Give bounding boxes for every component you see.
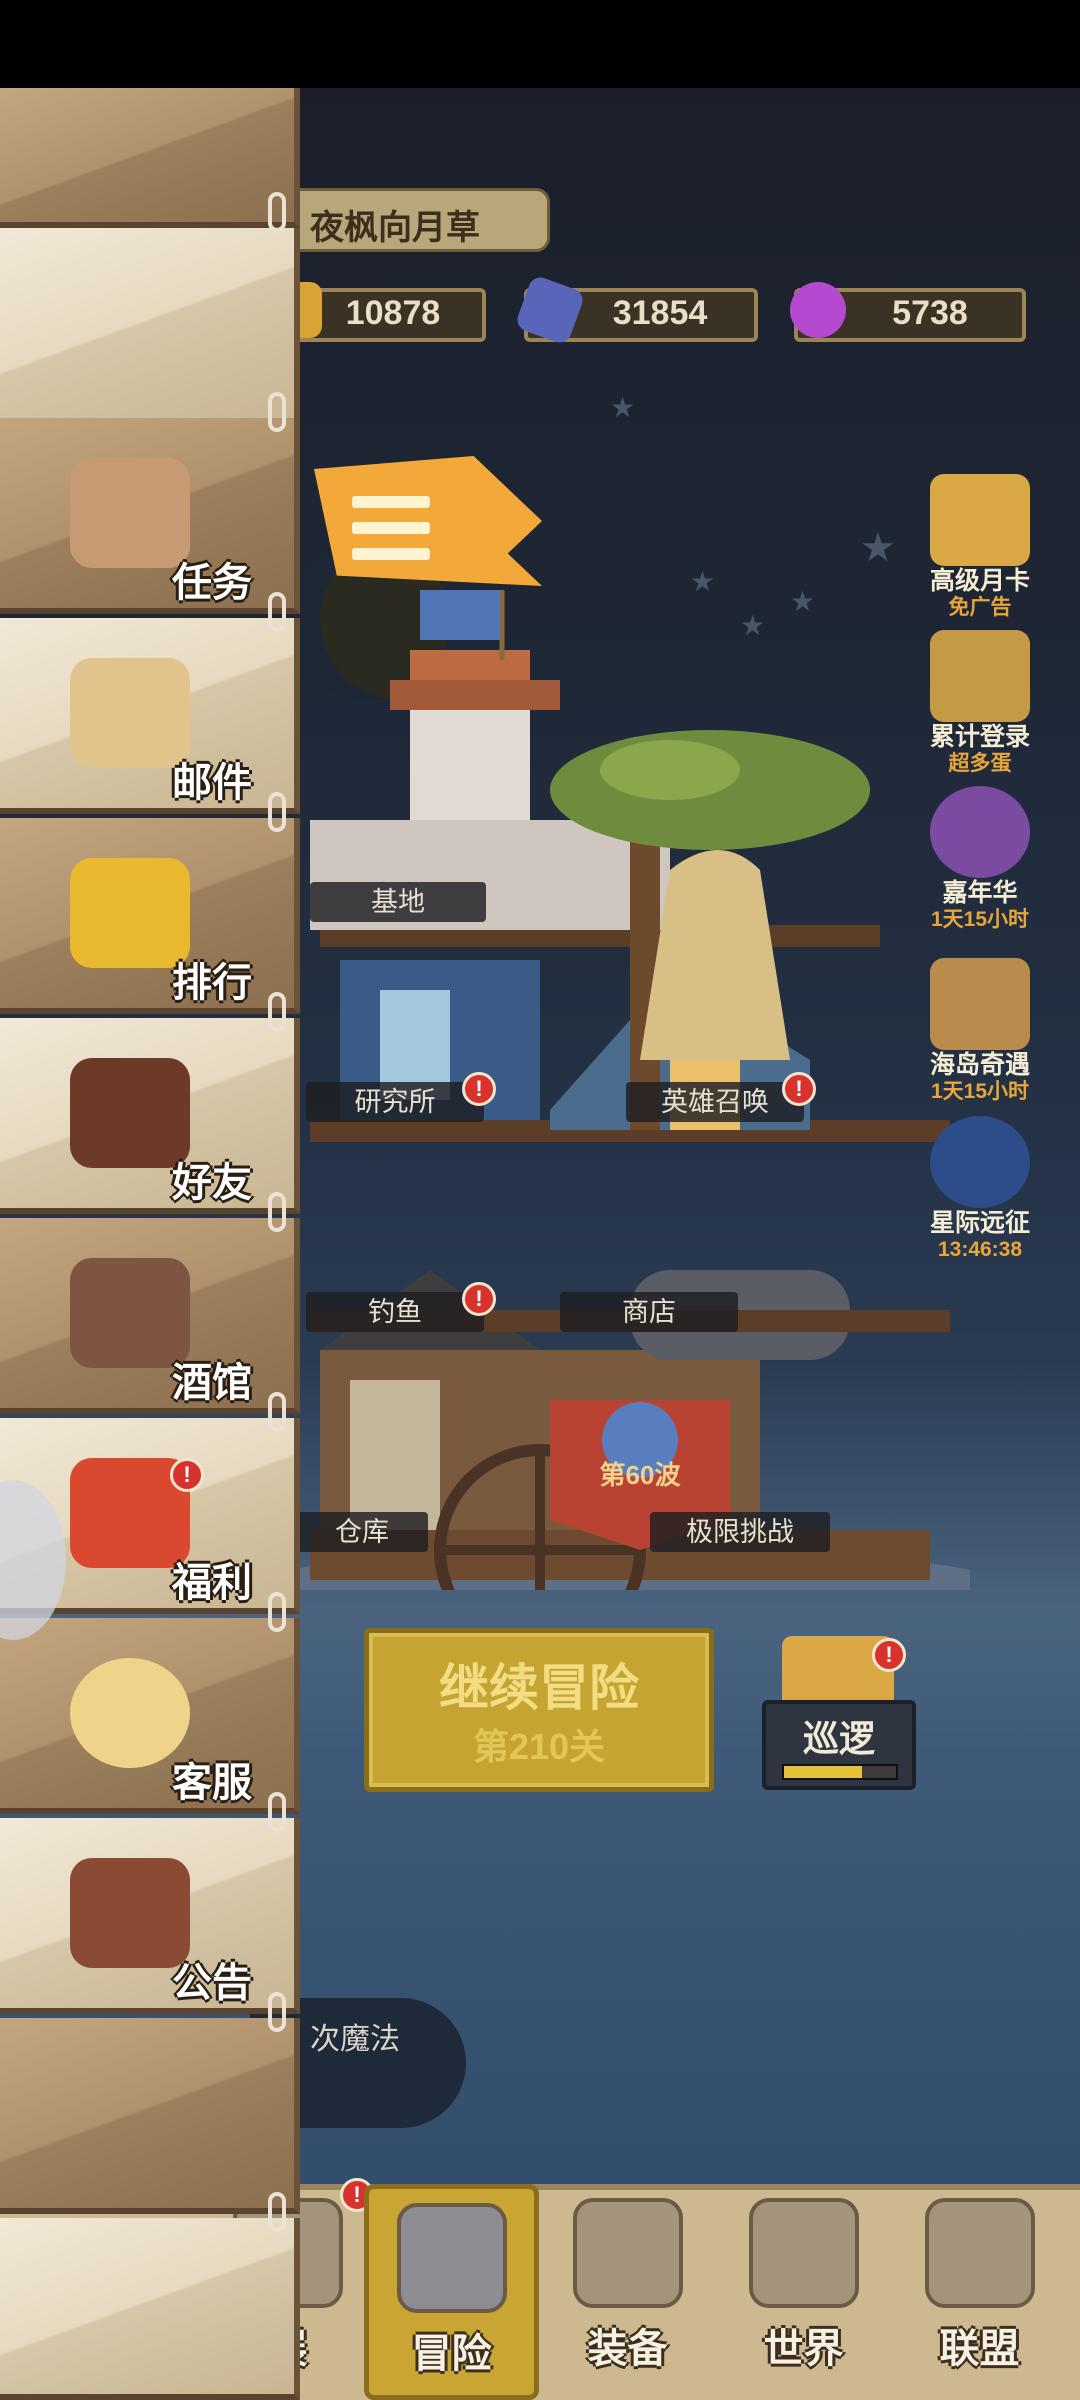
- event-title: 嘉年华: [942, 879, 1018, 907]
- menu-ring: [268, 1192, 286, 1232]
- wave-banner-label: 第60波: [600, 1460, 682, 1490]
- menu-plank-blank: [0, 228, 300, 428]
- gold-value: 10878: [345, 294, 441, 332]
- menu-item-label: 酒馆: [172, 1361, 252, 1405]
- menu-plank-top: [0, 88, 300, 228]
- login-egg-icon: [930, 630, 1030, 722]
- island-adventure-icon: [930, 958, 1030, 1050]
- menu-item-label: 排行: [172, 961, 252, 1005]
- carnival-icon: [930, 786, 1030, 878]
- nav-tab-equipment[interactable]: 装备: [540, 2184, 715, 2400]
- building-fishing[interactable]: 钓鱼: [306, 1292, 484, 1332]
- event-title: 星际远征: [929, 1209, 1030, 1237]
- star-icon: ★: [860, 526, 896, 570]
- welfare-alert-badge: !: [170, 1458, 204, 1492]
- hamburger-icon: [352, 548, 430, 560]
- hamburger-icon: [352, 522, 430, 534]
- research-alert-badge: !: [462, 1072, 496, 1106]
- menu-ring: [268, 2192, 286, 2232]
- anvil-icon: [572, 2198, 683, 2308]
- menu-ring: [268, 992, 286, 1032]
- menu-item-label: 邮件: [172, 761, 252, 805]
- magic-hint-text: 次魔法: [310, 2023, 400, 2056]
- event-login[interactable]: 累计登录 超多蛋: [920, 630, 1040, 776]
- event-subtitle: 超多蛋: [948, 752, 1012, 775]
- patrol-progress-fill: [784, 1766, 862, 1778]
- monthly-card-icon: [930, 474, 1030, 566]
- building-research[interactable]: 研究所: [306, 1082, 484, 1122]
- event-monthly-card[interactable]: 高级月卡 免广告: [920, 474, 1040, 620]
- building-warehouse[interactable]: 仓库: [296, 1512, 428, 1552]
- shield-icon: [924, 2198, 1035, 2308]
- building-base[interactable]: 基地: [310, 882, 486, 922]
- rocket-icon: [930, 1116, 1030, 1208]
- menu-ring: [268, 1992, 286, 2032]
- menu-item-label: 任务: [172, 561, 252, 605]
- menu-ring: [268, 592, 286, 632]
- event-subtitle: 1天15小时: [930, 908, 1030, 931]
- event-title: 高级月卡: [929, 567, 1030, 595]
- menu-plank-blank: [0, 2018, 300, 2214]
- crossed-swords-icon: [396, 2203, 507, 2313]
- player-name: 夜枫向月草: [310, 209, 480, 247]
- event-island[interactable]: 海岛奇遇 1天15小时: [920, 958, 1040, 1104]
- side-menu: 任务 邮件 排行 好友 酒馆 福利 客服 公告: [0, 88, 312, 2400]
- menu-item-label: 好友: [172, 1161, 252, 1205]
- event-subtitle: 1天15小时: [930, 1080, 1030, 1103]
- nav-tab-label: 装备: [587, 2327, 668, 2371]
- event-title: 海岛奇遇: [929, 1051, 1030, 1079]
- current-level-label: 第210关: [472, 1726, 606, 1767]
- menu-plank-blank: [0, 2218, 300, 2400]
- nav-tab-label: 联盟: [939, 2327, 1020, 2371]
- patrol-alert-badge: !: [872, 1638, 906, 1672]
- nav-tab-alliance[interactable]: 联盟: [892, 2184, 1067, 2400]
- building-shop[interactable]: 商店: [560, 1292, 738, 1332]
- status-bar: [0, 0, 1080, 88]
- gem-value: 31854: [612, 294, 708, 332]
- menu-item-label: 公告: [172, 1961, 252, 2005]
- nav-tab-world[interactable]: 世界: [716, 2184, 891, 2400]
- event-carnival[interactable]: 嘉年华 1天15小时: [920, 786, 1040, 932]
- building-hero-summon[interactable]: 英雄召唤: [626, 1082, 804, 1122]
- continue-adventure-title: 继续冒险: [439, 1660, 639, 1716]
- crystal-icon: [790, 282, 846, 338]
- menu-ring: [268, 792, 286, 832]
- event-subtitle: 免广告: [948, 596, 1012, 619]
- menu-item-label: 福利: [172, 1561, 252, 1605]
- event-title: 累计登录: [929, 723, 1030, 751]
- menu-ring: [268, 1592, 286, 1632]
- fishing-alert-badge: !: [462, 1282, 496, 1316]
- nav-tab-label: 冒险: [411, 2332, 492, 2376]
- summon-alert-badge: !: [782, 1072, 816, 1106]
- building-extreme-challenge[interactable]: 极限挑战: [650, 1512, 830, 1552]
- star-icon: ★: [610, 392, 636, 423]
- nav-tab-adventure[interactable]: 冒险: [364, 2184, 539, 2400]
- menu-item-label: 客服: [172, 1761, 252, 1805]
- menu-ring: [268, 1392, 286, 1432]
- nav-tab-label: 世界: [763, 2327, 844, 2371]
- event-subtitle: 13:46:38: [937, 1238, 1023, 1261]
- menu-ring: [268, 192, 286, 232]
- map-icon: [748, 2198, 859, 2308]
- patrol-label: 巡逻: [802, 1718, 875, 1759]
- menu-ring: [268, 1792, 286, 1832]
- crystal-value: 5738: [892, 294, 968, 332]
- menu-ring: [268, 392, 286, 432]
- hamburger-icon: [352, 496, 430, 508]
- event-expedition[interactable]: 星际远征 13:46:38: [920, 1116, 1040, 1262]
